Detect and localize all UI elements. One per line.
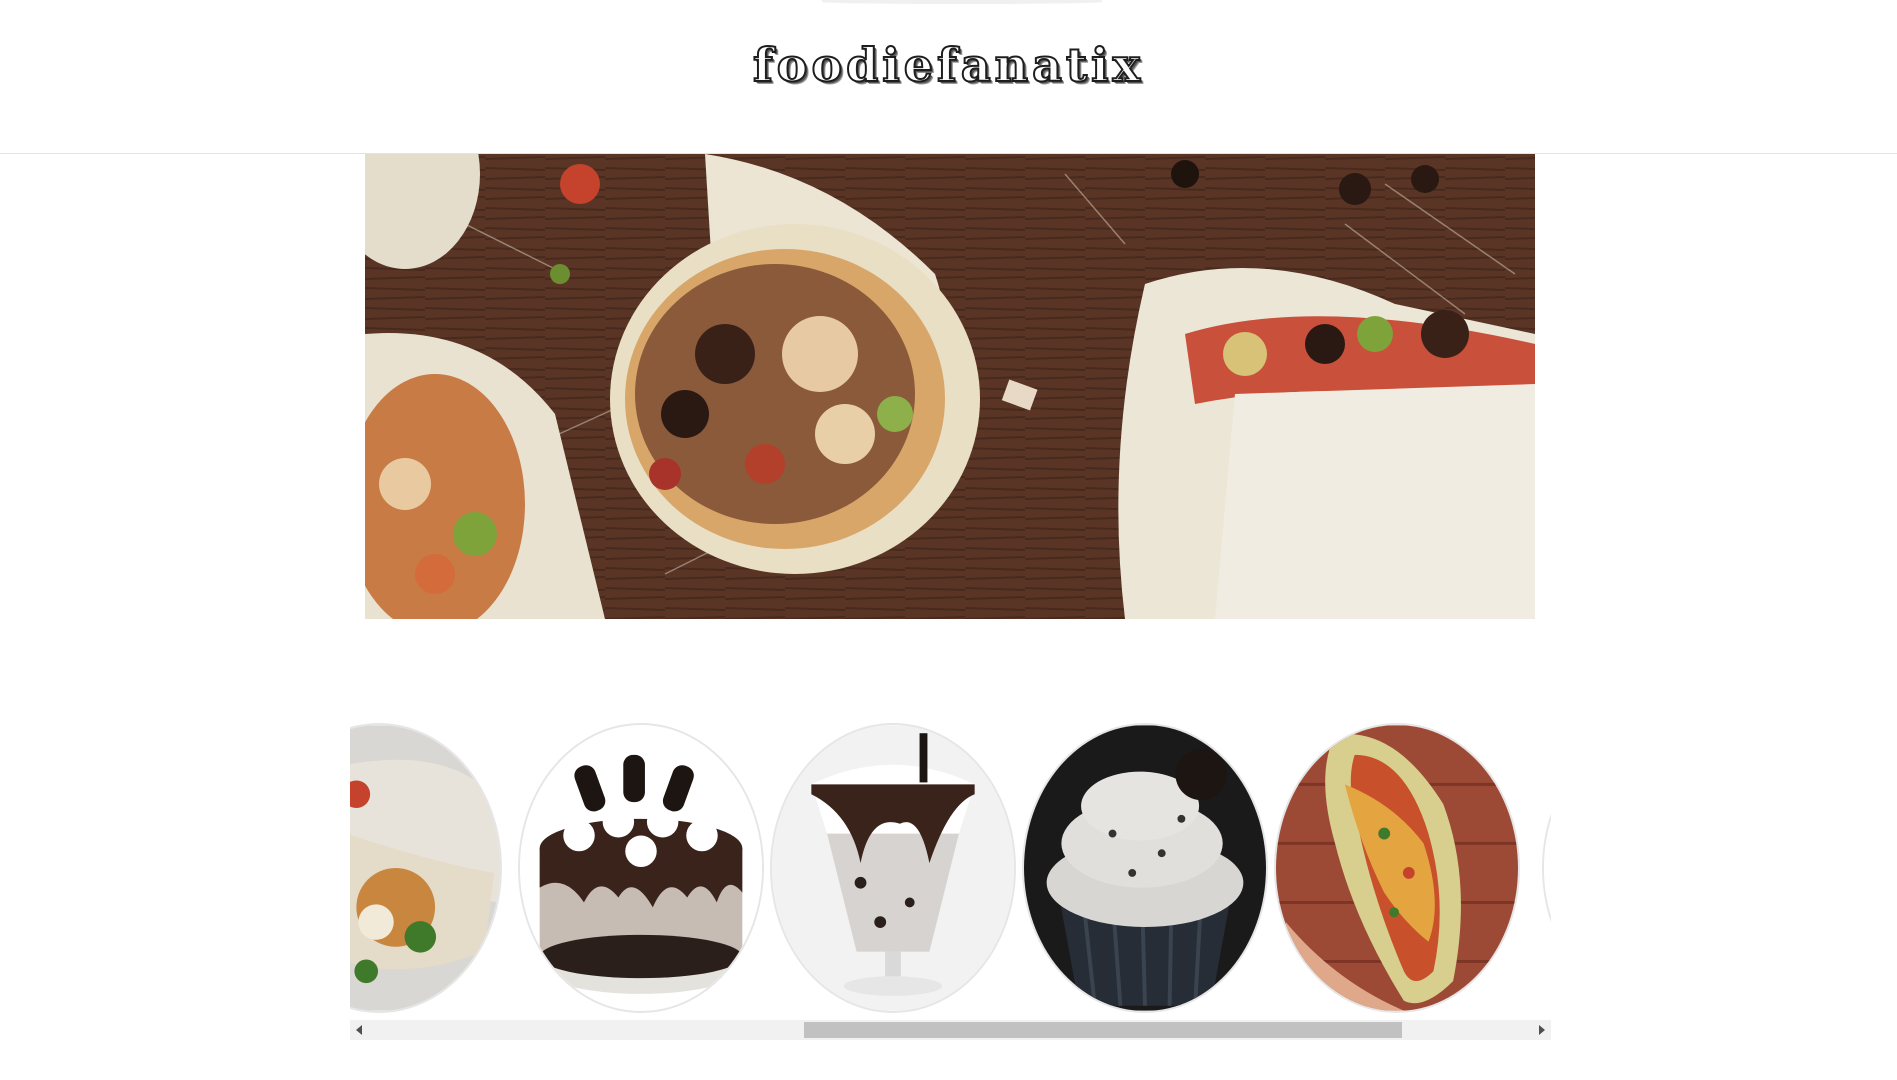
header-top-shadow [822, 0, 1102, 4]
wraps-thumbnail [350, 725, 500, 1011]
carousel-item[interactable] [518, 723, 764, 1013]
hero-image [365, 154, 1535, 619]
recipe-carousel[interactable] [350, 715, 1551, 1020]
wraps-hero-image [365, 154, 1535, 619]
scroll-right-arrow-icon[interactable] [1531, 1020, 1551, 1040]
loaded-hotdog-thumbnail [1276, 725, 1518, 1011]
next-thumbnail-partial [1544, 725, 1551, 1011]
scrollbar-thumb[interactable] [804, 1022, 1402, 1038]
oreo-milkshake-thumbnail [772, 725, 1014, 1011]
carousel-scrollbar[interactable] [350, 1020, 1551, 1040]
carousel-item[interactable] [1274, 723, 1520, 1013]
oreo-cake-thumbnail [520, 725, 762, 1011]
carousel-item[interactable] [350, 723, 502, 1013]
carousel-item[interactable] [770, 723, 1016, 1013]
carousel-item[interactable] [1542, 723, 1551, 1013]
site-header: foodiefanatix [0, 0, 1897, 154]
carousel-item[interactable] [1022, 723, 1268, 1013]
scroll-left-arrow-icon[interactable] [350, 1020, 370, 1040]
oreo-cupcake-thumbnail [1024, 725, 1266, 1011]
site-logo[interactable]: foodiefanatix [0, 37, 1897, 93]
